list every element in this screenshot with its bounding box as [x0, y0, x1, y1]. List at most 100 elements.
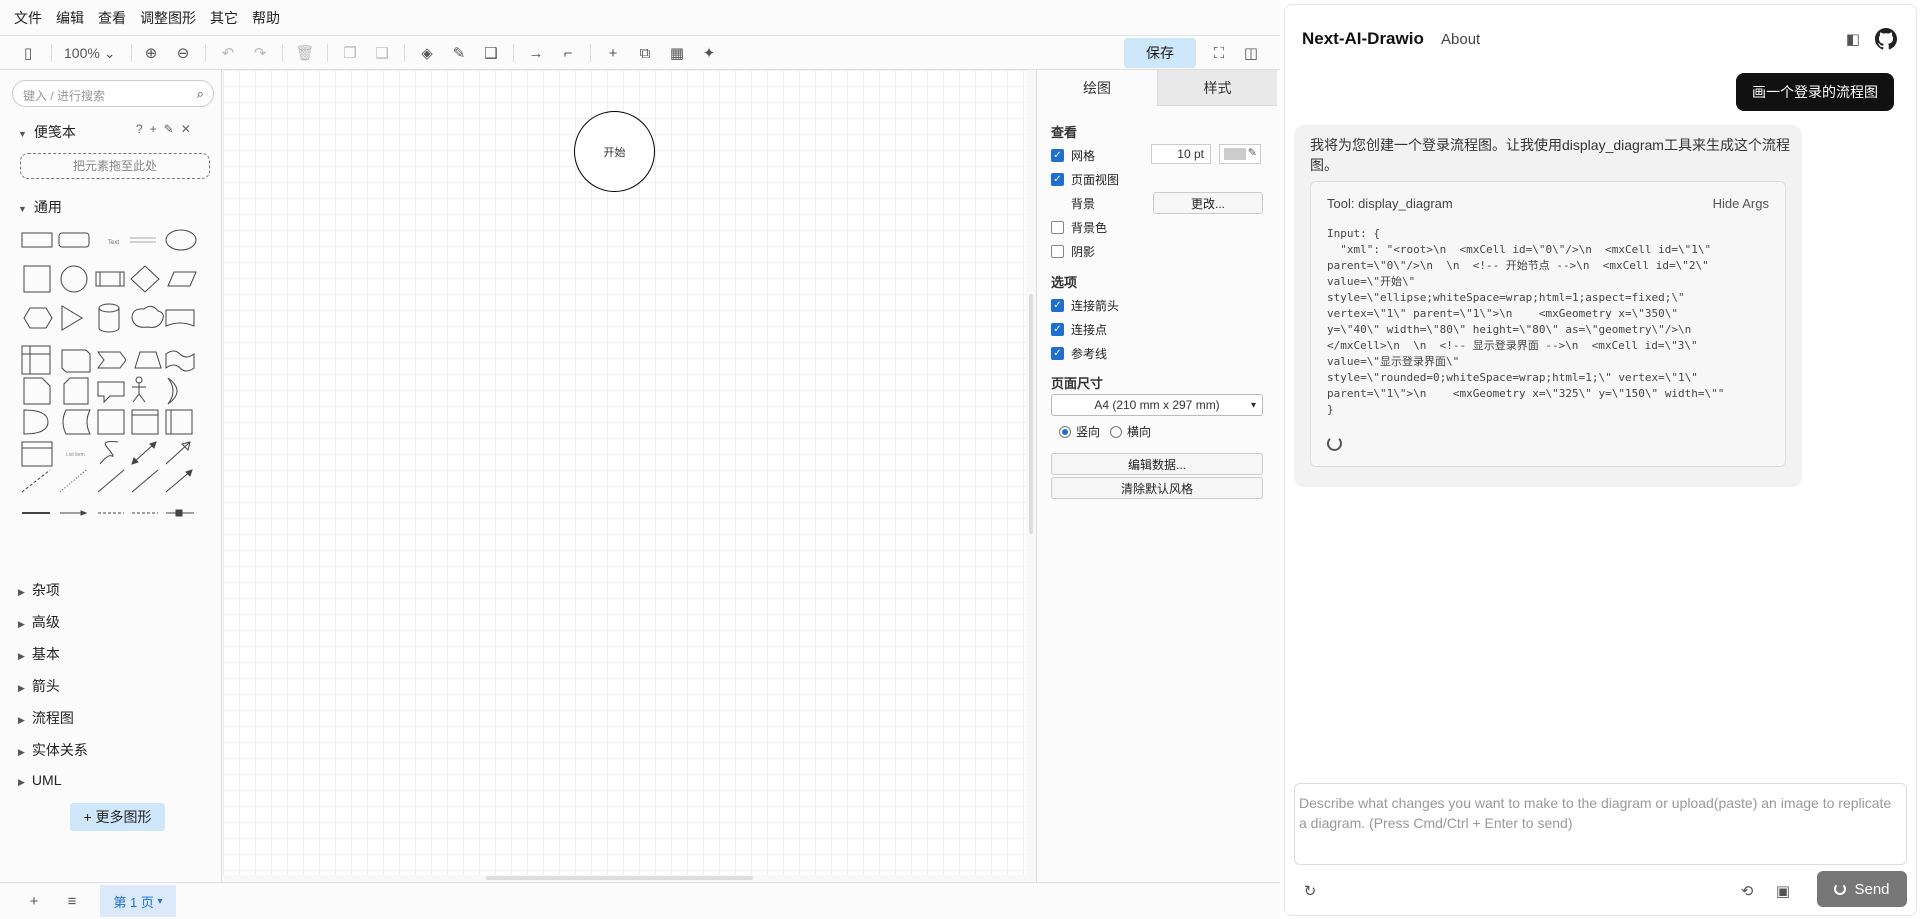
app-title: Next-AI-Drawio — [1302, 29, 1424, 48]
delete-icon[interactable]: 🗑 — [295, 43, 315, 63]
more-shapes-button[interactable]: + 更多图形 — [70, 803, 165, 831]
shadow-checkbox[interactable] — [1051, 245, 1064, 258]
reset-chat-icon[interactable]: ↻ — [1294, 875, 1326, 907]
collapse-panel-icon[interactable]: ◧ — [1837, 23, 1869, 55]
category-advanced[interactable]: ▶ 高级 — [18, 612, 60, 632]
edit-data-button[interactable]: 编辑数据... — [1051, 453, 1263, 475]
grid-color-picker[interactable]: ✎ — [1219, 144, 1261, 164]
tab-style[interactable]: 样式 — [1157, 70, 1277, 106]
page-size-select[interactable]: A4 (210 mm x 297 mm) ▾ — [1051, 394, 1263, 416]
connection-points-label: 连接点 — [1071, 323, 1108, 337]
connection-arrows-option[interactable]: ✓ 连接箭头 — [1051, 297, 1119, 314]
connection-icon[interactable]: → — [526, 43, 546, 63]
menu-view[interactable]: 查看 — [98, 8, 126, 28]
pages-menu-icon[interactable]: ≡ — [56, 885, 88, 917]
landscape-radio[interactable] — [1110, 425, 1123, 438]
collapse-triangle-icon: ▶ — [18, 715, 25, 725]
history-icon[interactable]: ⟲ — [1731, 875, 1763, 907]
svg-text:Text: Text — [108, 240, 119, 246]
category-label: 高级 — [31, 614, 60, 630]
category-basic[interactable]: ▶ 基本 — [18, 644, 60, 664]
scratchpad-header[interactable]: ▼ 便笺本 — [18, 122, 76, 142]
hide-args-button[interactable]: Hide Args — [1713, 196, 1769, 211]
toolbar-separator — [404, 44, 405, 62]
shadow-label: 阴影 — [1071, 245, 1096, 259]
grid-option[interactable]: ✓ 网格 — [1051, 147, 1095, 164]
category-entity-relation[interactable]: ▶ 实体关系 — [18, 740, 88, 760]
category-label: 基本 — [31, 646, 60, 662]
page-view-option[interactable]: ✓ 页面视图 — [1051, 171, 1119, 188]
undo-icon[interactable]: ↶ — [218, 43, 238, 63]
general-header[interactable]: ▼ 通用 — [18, 197, 62, 217]
collapse-triangle-icon: ▶ — [18, 747, 25, 757]
chevron-down-icon: ▾ — [157, 895, 163, 907]
page-view-label: 页面视图 — [1071, 173, 1120, 187]
portrait-radio[interactable] — [1059, 425, 1071, 438]
sidebar-toggle-icon[interactable]: ▯ — [18, 43, 38, 63]
clear-default-style-button[interactable]: 清除默认风格 — [1051, 477, 1263, 499]
svg-text:List item: List item — [66, 452, 85, 458]
connection-points-checkbox[interactable]: ✓ — [1051, 323, 1064, 336]
zoom-out-icon[interactable]: ⊖ — [173, 43, 193, 63]
page-view-checkbox[interactable]: ✓ — [1051, 173, 1064, 186]
category-label: 流程图 — [31, 710, 74, 726]
format-panel-toggle-icon[interactable]: ◫ — [1241, 43, 1261, 63]
zoom-in-icon[interactable]: ⊕ — [141, 43, 161, 63]
tab-diagram[interactable]: 绘图 — [1037, 70, 1157, 106]
shadow-option[interactable]: 阴影 — [1051, 243, 1095, 260]
menu-arrange[interactable]: 调整图形 — [140, 8, 196, 28]
fill-color-icon[interactable]: ◈ — [417, 43, 437, 63]
menu-file[interactable]: 文件 — [14, 8, 42, 28]
menu-edit[interactable]: 编辑 — [56, 8, 84, 28]
toolbar-separator — [590, 44, 591, 62]
category-uml[interactable]: ▶ UML — [18, 772, 61, 788]
shapes-icon[interactable]: ⧉ — [635, 43, 655, 63]
tool-call-card: Tool: display_diagram Hide Args Input: {… — [1310, 181, 1786, 467]
add-page-icon[interactable]: + — [18, 885, 50, 917]
to-back-icon[interactable]: ❏ — [372, 43, 392, 63]
general-shapes-palette[interactable]: Text List item — [20, 220, 210, 620]
waypoints-icon[interactable]: ⌐ — [558, 43, 578, 63]
redo-icon[interactable]: ↷ — [250, 43, 270, 63]
line-color-icon[interactable]: ✎ — [449, 43, 469, 63]
scratchpad-actions[interactable]: ?+✎✕ — [136, 122, 198, 136]
page-tab-1[interactable]: 第 1 页 ▾ — [100, 885, 176, 917]
category-flowchart[interactable]: ▶ 流程图 — [18, 708, 74, 728]
guides-option[interactable]: ✓ 参考线 — [1051, 345, 1107, 362]
table-icon[interactable]: ▦ — [667, 43, 687, 63]
chat-input[interactable]: Describe what changes you want to make t… — [1294, 783, 1907, 865]
to-front-icon[interactable]: ❐ — [340, 43, 360, 63]
expand-triangle-icon: ▼ — [18, 204, 27, 214]
page-size-section-title: 页面尺寸 — [1051, 376, 1104, 391]
connection-arrows-checkbox[interactable]: ✓ — [1051, 299, 1064, 312]
save-button[interactable]: 保存 — [1124, 38, 1196, 68]
menu-help[interactable]: 帮助 — [252, 8, 280, 28]
grid-checkbox[interactable]: ✓ — [1051, 149, 1064, 162]
image-upload-icon[interactable]: ▣ — [1767, 875, 1799, 907]
menu-extras[interactable]: 其它 — [210, 8, 238, 28]
insert-icon[interactable]: + — [603, 43, 623, 63]
vertical-scrollbar[interactable] — [1029, 294, 1033, 534]
category-arrows[interactable]: ▶ 箭头 — [18, 676, 60, 696]
magic-icon[interactable]: ✦ — [699, 43, 719, 63]
horizontal-scrollbar[interactable] — [486, 876, 753, 880]
send-button[interactable]: Send — [1817, 871, 1907, 907]
about-link[interactable]: About — [1441, 31, 1480, 48]
guides-checkbox[interactable]: ✓ — [1051, 347, 1064, 360]
fullscreen-icon[interactable]: ⛶ — [1209, 43, 1229, 63]
grid-color-swatch — [1224, 148, 1246, 160]
github-icon[interactable] — [1870, 23, 1902, 55]
zoom-select[interactable]: 100% ⌄ — [64, 45, 115, 62]
diagram-canvas[interactable] — [223, 70, 1026, 875]
background-color-checkbox[interactable] — [1051, 221, 1064, 234]
grid-size-input[interactable]: 10 pt — [1151, 144, 1211, 164]
search-icon[interactable]: ⌕ — [197, 86, 204, 102]
background-color-option[interactable]: 背景色 — [1051, 219, 1107, 236]
category-misc[interactable]: ▶ 杂项 — [18, 580, 60, 600]
shadow-icon[interactable]: ❑ — [481, 43, 501, 63]
scratchpad-dropzone[interactable]: 把元素拖至此处 — [20, 153, 210, 179]
change-background-button[interactable]: 更改... — [1153, 192, 1263, 214]
shape-search-input[interactable]: 键入 / 进行搜索 ⌕ — [12, 80, 214, 107]
start-node[interactable]: 开始 — [574, 111, 655, 192]
connection-points-option[interactable]: ✓ 连接点 — [1051, 321, 1107, 338]
